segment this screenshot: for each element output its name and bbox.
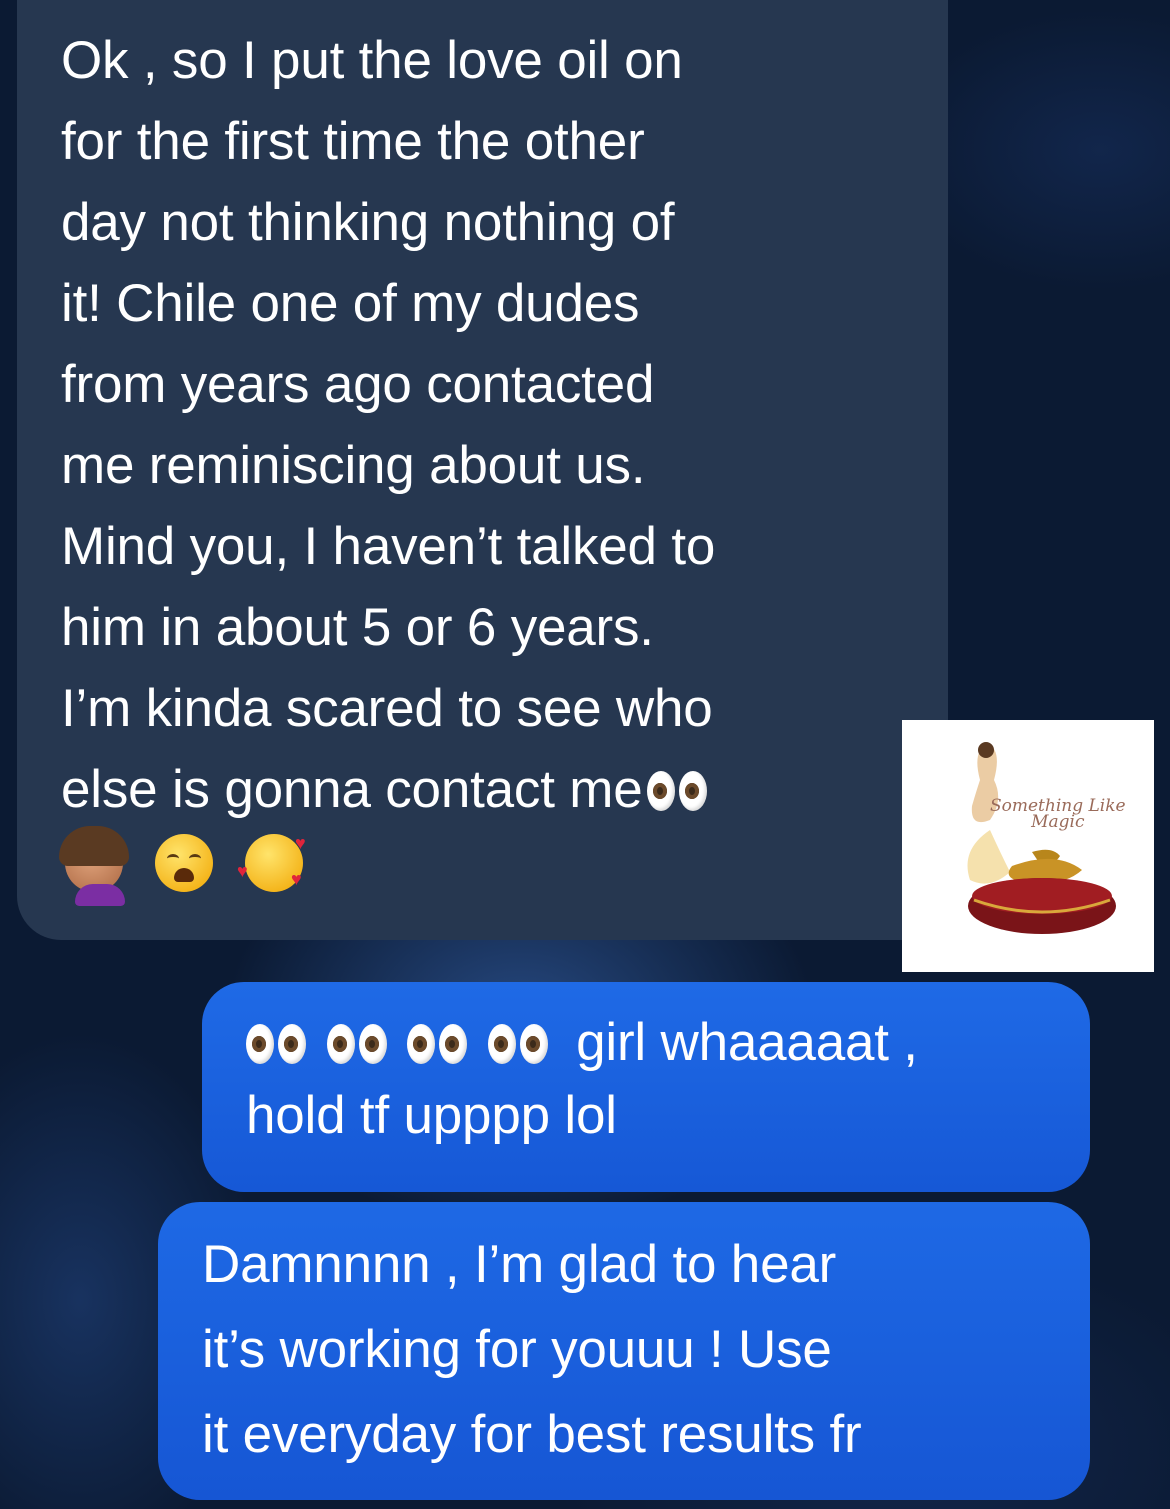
- message-line: him in about 5 or 6 years.: [61, 598, 654, 657]
- magic-lamp-icon: [967, 742, 1116, 934]
- outgoing-message-bubble[interactable]: girl whaaaaat , hold tf upppp lol: [202, 982, 1090, 1192]
- eyes-icon: [487, 1024, 548, 1064]
- message-line: Ok , so I put the love oil on: [61, 31, 683, 90]
- eyes-icon: [326, 1024, 387, 1064]
- message-line: it’s working for youuu ! Use: [202, 1320, 832, 1379]
- incoming-message-text: Ok , so I put the love oil on for the fi…: [61, 20, 908, 830]
- logo-text-line: Magic: [1031, 812, 1085, 832]
- eyes-icon: [246, 1024, 306, 1064]
- emoji-row: ♥ ♥ ♥: [59, 826, 908, 906]
- brand-logo-image: Something Like Magic: [902, 720, 1154, 972]
- message-line: I’m kinda scared to see who: [61, 679, 713, 738]
- facepalm-icon: [59, 826, 129, 906]
- outgoing-message-text: Damnnnn , I’m glad to hear it’s working …: [202, 1222, 1050, 1477]
- message-line: Mind you, I haven’t talked to: [61, 517, 716, 576]
- eyes-icon: [646, 771, 707, 811]
- smiling-face-with-hearts-icon: ♥ ♥ ♥: [237, 834, 306, 892]
- message-line: it! Chile one of my dudes: [61, 274, 640, 333]
- message-line: day not thinking nothing of: [61, 193, 675, 252]
- incoming-message-bubble[interactable]: Ok , so I put the love oil on for the fi…: [17, 0, 948, 940]
- message-line: me reminiscing about us.: [61, 436, 646, 495]
- logo-text: Something Like Magic: [990, 798, 1126, 832]
- message-line-text: girl whaaaaat ,: [576, 1013, 918, 1072]
- message-line: it everyday for best results fr: [202, 1405, 862, 1464]
- message-line-text: else is gonna contact me: [61, 760, 643, 819]
- message-line: hold tf upppp lol: [246, 1086, 617, 1145]
- weary-face-icon: [155, 834, 213, 892]
- message-line: from years ago contacted: [61, 355, 655, 414]
- outgoing-message-text: girl whaaaaat , hold tf upppp lol: [246, 1000, 1050, 1158]
- message-line: Damnnnn , I’m glad to hear: [202, 1235, 837, 1294]
- outgoing-message-bubble[interactable]: Damnnnn , I’m glad to hear it’s working …: [158, 1202, 1090, 1500]
- message-line: for the first time the other: [61, 112, 645, 171]
- eyes-icon: [407, 1024, 468, 1064]
- message-line: else is gonna contact me: [61, 749, 908, 830]
